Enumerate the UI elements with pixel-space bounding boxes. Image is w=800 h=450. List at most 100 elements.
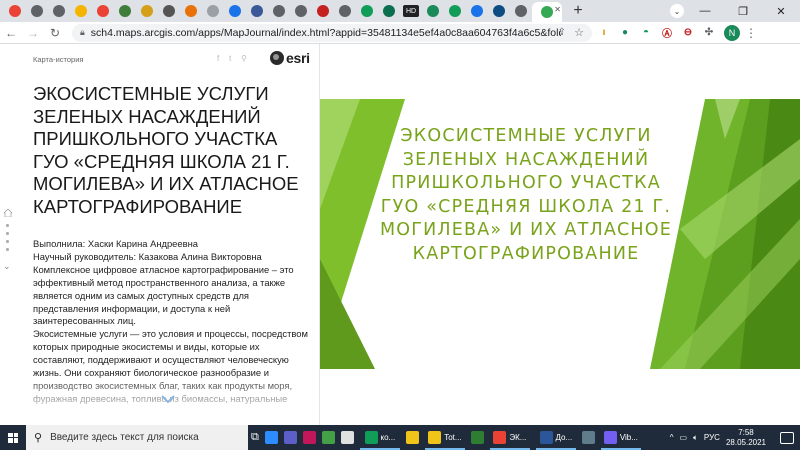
site-icon bbox=[229, 5, 241, 17]
taskbar-app[interactable] bbox=[403, 425, 422, 450]
new-tab-button[interactable]: + bbox=[568, 2, 588, 20]
close-tab-icon[interactable]: ✕ bbox=[554, 5, 561, 14]
browser-tab[interactable] bbox=[334, 2, 356, 20]
browser-tab[interactable] bbox=[488, 2, 510, 20]
forward-icon[interactable]: → bbox=[22, 22, 44, 44]
site-icon bbox=[541, 6, 553, 18]
link-icon[interactable]: ⚲ bbox=[241, 54, 247, 63]
pen-icon bbox=[581, 431, 595, 444]
tray-chevron-icon[interactable]: ^ bbox=[670, 433, 674, 442]
network-icon[interactable]: ▭ bbox=[680, 433, 688, 442]
gmail-icon bbox=[9, 5, 21, 17]
taskbar-app[interactable] bbox=[262, 425, 281, 450]
browser-tab[interactable] bbox=[48, 2, 70, 20]
taskbar-apps: ко... Tot... ЭК... До... Vib... bbox=[262, 425, 644, 450]
notifications-icon[interactable] bbox=[780, 431, 794, 444]
site-icon bbox=[185, 5, 197, 17]
start-button[interactable] bbox=[0, 425, 26, 450]
site-icon bbox=[119, 5, 131, 17]
taskbar-app[interactable]: Tot... bbox=[422, 425, 468, 450]
browser-tab[interactable] bbox=[180, 2, 202, 20]
share-icon[interactable]: ⇪ bbox=[558, 27, 566, 38]
taskbar-app-label: ко... bbox=[380, 433, 396, 442]
extension-icon[interactable]: ⊖ bbox=[679, 26, 697, 40]
browser-tab[interactable] bbox=[136, 2, 158, 20]
reload-icon[interactable]: ↻ bbox=[44, 22, 66, 44]
scroll-down-chevron-icon[interactable] bbox=[160, 391, 176, 407]
browser-tab[interactable] bbox=[378, 2, 400, 20]
profile-avatar[interactable]: N bbox=[724, 24, 740, 41]
browser-tab[interactable] bbox=[268, 2, 290, 20]
browser-tab[interactable] bbox=[356, 2, 378, 20]
browser-tab[interactable] bbox=[444, 2, 466, 20]
taskbar-app[interactable] bbox=[281, 425, 300, 450]
slide-title: ЭКОСИСТЕМНЫЕ УСЛУГИ ЗЕЛЕНЫХ НАСАЖДЕНИЙ П… bbox=[380, 126, 672, 264]
browser-tab[interactable] bbox=[466, 2, 488, 20]
tab-search-icon[interactable]: ⌄ bbox=[670, 4, 684, 18]
site-icon bbox=[31, 5, 43, 17]
section-dot[interactable] bbox=[6, 232, 9, 235]
taskbar-app[interactable] bbox=[300, 425, 319, 450]
browser-tab[interactable] bbox=[114, 2, 136, 20]
bookmark-star-icon[interactable]: ☆ bbox=[574, 26, 584, 39]
taskbar-app[interactable] bbox=[338, 425, 357, 450]
story-panel: Карта-история f t ⚲ esri ЭКОСИСТЕМНЫЕ УС… bbox=[0, 44, 320, 425]
minimize-icon[interactable]: — bbox=[686, 0, 724, 22]
site-icon bbox=[317, 5, 329, 17]
section-navigation: ⌄ bbox=[0, 206, 14, 286]
volume-icon[interactable]: 🔈︎ bbox=[693, 433, 698, 443]
search-icon: ⚲ bbox=[34, 432, 43, 444]
browser-tab[interactable] bbox=[510, 2, 532, 20]
lock-icon[interactable]: 🔒︎ bbox=[80, 27, 85, 38]
twitter-icon[interactable]: t bbox=[229, 54, 231, 63]
taskbar-app[interactable]: ко... bbox=[357, 425, 403, 450]
browser-tab[interactable] bbox=[312, 2, 334, 20]
clock[interactable]: 7:58 28.05.2021 bbox=[726, 428, 766, 448]
next-section-icon[interactable]: ⌄ bbox=[3, 261, 11, 272]
section-dot[interactable] bbox=[6, 224, 9, 227]
browser-tab[interactable] bbox=[224, 2, 246, 20]
site-icon bbox=[53, 5, 65, 17]
browser-tab[interactable] bbox=[290, 2, 312, 20]
taskbar-app-label: ЭК... bbox=[509, 433, 527, 442]
task-view-icon[interactable]: ⧉ bbox=[248, 425, 262, 450]
browser-tab[interactable] bbox=[246, 2, 268, 20]
taskbar-app[interactable] bbox=[319, 425, 338, 450]
taskbar-app[interactable]: До... bbox=[533, 425, 579, 450]
site-icon bbox=[295, 5, 307, 17]
extension-icon[interactable]: ◓ bbox=[637, 26, 655, 40]
site-icon bbox=[141, 5, 153, 17]
site-icon bbox=[251, 5, 263, 17]
edge-icon bbox=[364, 431, 378, 444]
esri-logo[interactable]: esri bbox=[270, 50, 310, 66]
search-placeholder: Введите здесь текст для поиска bbox=[50, 432, 199, 443]
maximize-icon[interactable]: ❐ bbox=[724, 0, 762, 22]
language-indicator[interactable]: РУС bbox=[704, 433, 720, 442]
browser-tab[interactable]: ✕ bbox=[532, 2, 562, 22]
menu-dots-icon[interactable]: ⋮ bbox=[740, 22, 762, 44]
taskbar-app[interactable]: Vib... bbox=[598, 425, 644, 450]
close-icon[interactable]: ✕ bbox=[762, 0, 800, 22]
browser-tab[interactable] bbox=[202, 2, 224, 20]
address-bar[interactable]: 🔒︎ sch4.maps.arcgis.com/apps/MapJournal/… bbox=[72, 23, 592, 42]
taskbar-app[interactable] bbox=[579, 425, 598, 450]
browser-tab[interactable] bbox=[422, 2, 444, 20]
browser-tab[interactable] bbox=[158, 2, 180, 20]
browser-tab[interactable] bbox=[4, 2, 26, 20]
section-dot[interactable] bbox=[6, 248, 9, 251]
section-dot[interactable] bbox=[6, 240, 9, 243]
taskbar-search[interactable]: ⚲ Введите здесь текст для поиска bbox=[26, 425, 248, 450]
taskbar-app[interactable] bbox=[468, 425, 487, 450]
back-icon[interactable]: ← bbox=[0, 22, 22, 44]
home-icon[interactable] bbox=[4, 209, 12, 217]
browser-tab[interactable]: HD bbox=[400, 2, 422, 20]
extension-icon[interactable]: Ⓐ bbox=[658, 26, 676, 40]
taskbar-app[interactable]: ЭК... bbox=[487, 425, 533, 450]
browser-tab[interactable] bbox=[26, 2, 48, 20]
browser-tab[interactable] bbox=[92, 2, 114, 20]
extension-icon[interactable]: ● bbox=[616, 26, 634, 40]
puzzle-icon[interactable]: ✣ bbox=[700, 26, 718, 40]
facebook-icon[interactable]: f bbox=[217, 54, 219, 63]
browser-tab[interactable] bbox=[70, 2, 92, 20]
extension-icon[interactable]: ı bbox=[595, 26, 613, 40]
